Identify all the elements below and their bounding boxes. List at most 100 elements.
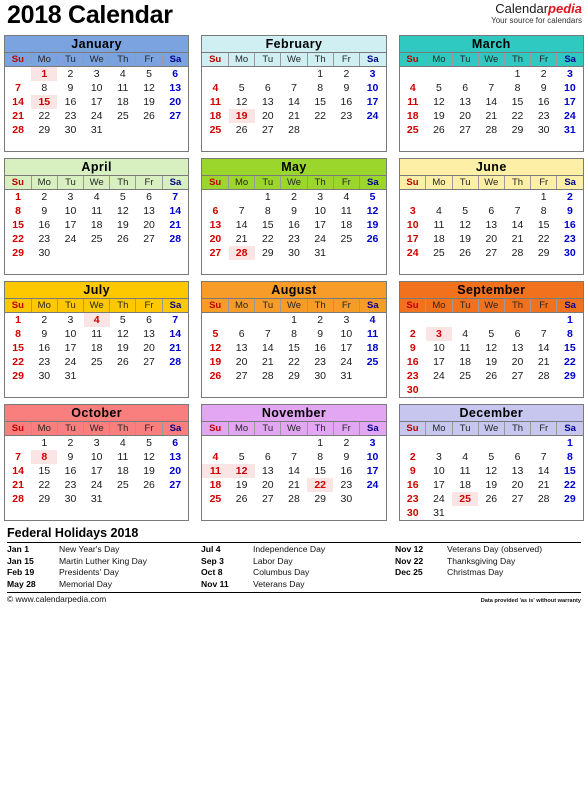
day-cell[interactable]: 9 [399,464,426,478]
day-cell[interactable]: 5 [359,189,386,204]
day-cell[interactable]: 4 [109,435,136,450]
day-cell-holiday[interactable]: 19 [228,109,255,123]
day-cell[interactable]: 14 [504,218,531,232]
day-cell[interactable]: 13 [254,464,281,478]
day-cell[interactable]: 6 [162,435,189,450]
day-cell[interactable]: 8 [307,81,334,95]
day-cell[interactable]: 1 [5,312,32,327]
day-cell[interactable]: 18 [202,478,229,492]
day-cell[interactable]: 24 [556,109,583,123]
day-cell[interactable]: 28 [5,492,32,506]
day-cell[interactable]: 8 [5,204,32,218]
day-cell[interactable]: 19 [452,232,479,246]
day-cell[interactable]: 22 [556,478,583,492]
day-cell[interactable]: 12 [359,204,386,218]
day-cell[interactable]: 12 [425,95,453,109]
day-cell[interactable]: 28 [280,123,308,137]
day-cell[interactable]: 11 [83,327,110,341]
day-cell-holiday[interactable]: 3 [425,327,453,341]
day-cell[interactable]: 20 [228,355,255,369]
day-cell[interactable]: 31 [556,123,583,137]
day-cell[interactable]: 26 [359,232,386,246]
day-cell[interactable]: 20 [162,95,189,109]
day-cell[interactable]: 10 [307,204,334,218]
day-cell[interactable]: 12 [109,327,136,341]
day-cell[interactable]: 4 [202,81,229,95]
day-cell[interactable]: 21 [5,109,32,123]
day-cell[interactable]: 7 [530,450,557,464]
day-cell[interactable]: 21 [530,478,557,492]
day-cell[interactable]: 24 [425,492,453,506]
day-cell[interactable]: 6 [478,204,505,218]
day-cell[interactable]: 4 [359,312,386,327]
day-cell[interactable]: 4 [202,450,229,464]
day-cell[interactable]: 9 [399,341,426,355]
day-cell[interactable]: 2 [530,66,557,81]
day-cell[interactable]: 9 [333,81,360,95]
day-cell[interactable]: 16 [333,95,360,109]
day-cell[interactable]: 26 [452,246,479,260]
day-cell[interactable]: 12 [135,450,163,464]
day-cell[interactable]: 24 [425,369,453,383]
day-cell[interactable]: 8 [504,81,531,95]
day-cell[interactable]: 28 [530,492,557,506]
day-cell[interactable]: 23 [556,232,583,246]
day-cell[interactable]: 27 [254,123,281,137]
day-cell[interactable]: 23 [333,109,360,123]
day-cell[interactable]: 5 [228,450,255,464]
day-cell[interactable]: 23 [399,369,426,383]
day-cell[interactable]: 17 [556,95,583,109]
day-cell[interactable]: 5 [228,81,255,95]
day-cell[interactable]: 22 [280,355,308,369]
day-cell[interactable]: 27 [504,492,531,506]
day-cell[interactable]: 24 [307,232,334,246]
day-cell[interactable]: 31 [83,123,110,137]
day-cell[interactable]: 21 [478,109,505,123]
day-cell[interactable]: 22 [31,109,58,123]
day-cell[interactable]: 4 [452,327,479,341]
day-cell[interactable]: 27 [504,369,531,383]
day-cell[interactable]: 8 [530,204,557,218]
day-cell[interactable]: 7 [504,204,531,218]
day-cell[interactable]: 3 [57,189,84,204]
day-cell[interactable]: 4 [333,189,360,204]
day-cell[interactable]: 13 [135,204,163,218]
day-cell[interactable]: 25 [333,232,360,246]
day-cell[interactable]: 21 [280,109,308,123]
day-cell[interactable]: 30 [399,383,426,397]
day-cell[interactable]: 20 [135,218,163,232]
day-cell[interactable]: 23 [530,109,557,123]
day-cell[interactable]: 24 [359,478,386,492]
day-cell[interactable]: 20 [254,478,281,492]
day-cell[interactable]: 11 [399,95,426,109]
day-cell[interactable]: 5 [425,81,453,95]
day-cell[interactable]: 19 [202,355,229,369]
day-cell[interactable]: 13 [202,218,229,232]
day-cell[interactable]: 8 [280,327,308,341]
day-cell[interactable]: 16 [31,218,58,232]
day-cell[interactable]: 26 [135,478,163,492]
day-cell[interactable]: 22 [504,109,531,123]
day-cell-holiday[interactable]: 11 [202,464,229,478]
day-cell[interactable]: 28 [254,369,281,383]
day-cell[interactable]: 21 [5,478,32,492]
day-cell[interactable]: 18 [333,218,360,232]
day-cell[interactable]: 19 [478,478,505,492]
day-cell[interactable]: 12 [202,341,229,355]
day-cell[interactable]: 20 [202,232,229,246]
day-cell[interactable]: 17 [57,218,84,232]
day-cell[interactable]: 6 [452,81,479,95]
day-cell[interactable]: 16 [399,355,426,369]
day-cell[interactable]: 29 [254,246,281,260]
day-cell[interactable]: 15 [307,464,334,478]
day-cell[interactable]: 21 [504,232,531,246]
day-cell[interactable]: 18 [359,341,386,355]
day-cell[interactable]: 10 [333,327,360,341]
day-cell[interactable]: 2 [57,435,84,450]
day-cell[interactable]: 2 [556,189,583,204]
day-cell[interactable]: 4 [399,81,426,95]
day-cell[interactable]: 7 [5,450,32,464]
day-cell[interactable]: 21 [280,478,308,492]
day-cell[interactable]: 24 [83,478,110,492]
day-cell[interactable]: 13 [135,327,163,341]
